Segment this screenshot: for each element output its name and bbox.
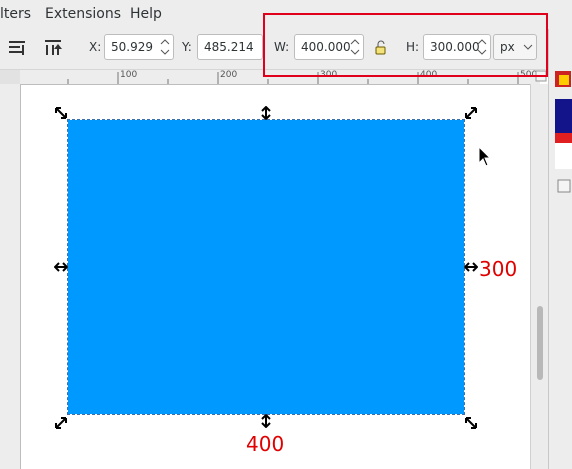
align-left-icon[interactable] <box>6 37 28 59</box>
scale-handle-bottom-left-icon[interactable] <box>54 416 68 430</box>
y-spinbox[interactable]: 485.214 <box>197 34 263 60</box>
y-label: Y: <box>182 40 192 54</box>
scale-handle-bottom-right-icon[interactable] <box>464 416 478 430</box>
object-thumbnail-icon <box>553 69 572 93</box>
x-spinbox[interactable]: 50.929 <box>104 34 174 60</box>
highlight-box <box>263 13 548 77</box>
panel-tab-icon[interactable] <box>557 179 571 197</box>
ruler-tick-label: 100 <box>120 70 138 80</box>
scale-handle-bottom-icon[interactable] <box>259 413 273 429</box>
ruler-corner <box>0 70 20 84</box>
spin-arrows-icon[interactable] <box>157 35 173 59</box>
vertical-ruler[interactable] <box>0 84 21 469</box>
menu-help[interactable]: Help <box>130 6 162 22</box>
selected-rectangle[interactable] <box>67 119 465 415</box>
scale-handle-left-icon[interactable] <box>53 260 69 274</box>
width-annotation: 400 <box>246 432 285 456</box>
scale-handle-right-icon[interactable] <box>463 260 479 274</box>
ruler-tick-label: 200 <box>220 70 238 80</box>
preview-icon <box>555 99 572 173</box>
right-dock-panel <box>548 29 572 469</box>
x-label: X: <box>89 40 102 54</box>
y-value: 485.214 <box>204 40 254 54</box>
menu-filters[interactable]: lters <box>0 6 31 22</box>
menu-extensions[interactable]: Extensions <box>45 6 121 22</box>
scale-handle-top-icon[interactable] <box>259 105 273 121</box>
scrollbar-thumb[interactable] <box>537 306 543 380</box>
x-value: 50.929 <box>111 40 153 54</box>
raise-to-top-icon[interactable] <box>42 37 64 59</box>
scale-handle-top-left-icon[interactable] <box>54 106 68 120</box>
height-annotation: 300 <box>479 257 518 281</box>
scale-handle-top-right-icon[interactable] <box>464 106 478 120</box>
mouse-pointer-icon <box>478 145 492 168</box>
vertical-scrollbar[interactable] <box>530 70 549 469</box>
